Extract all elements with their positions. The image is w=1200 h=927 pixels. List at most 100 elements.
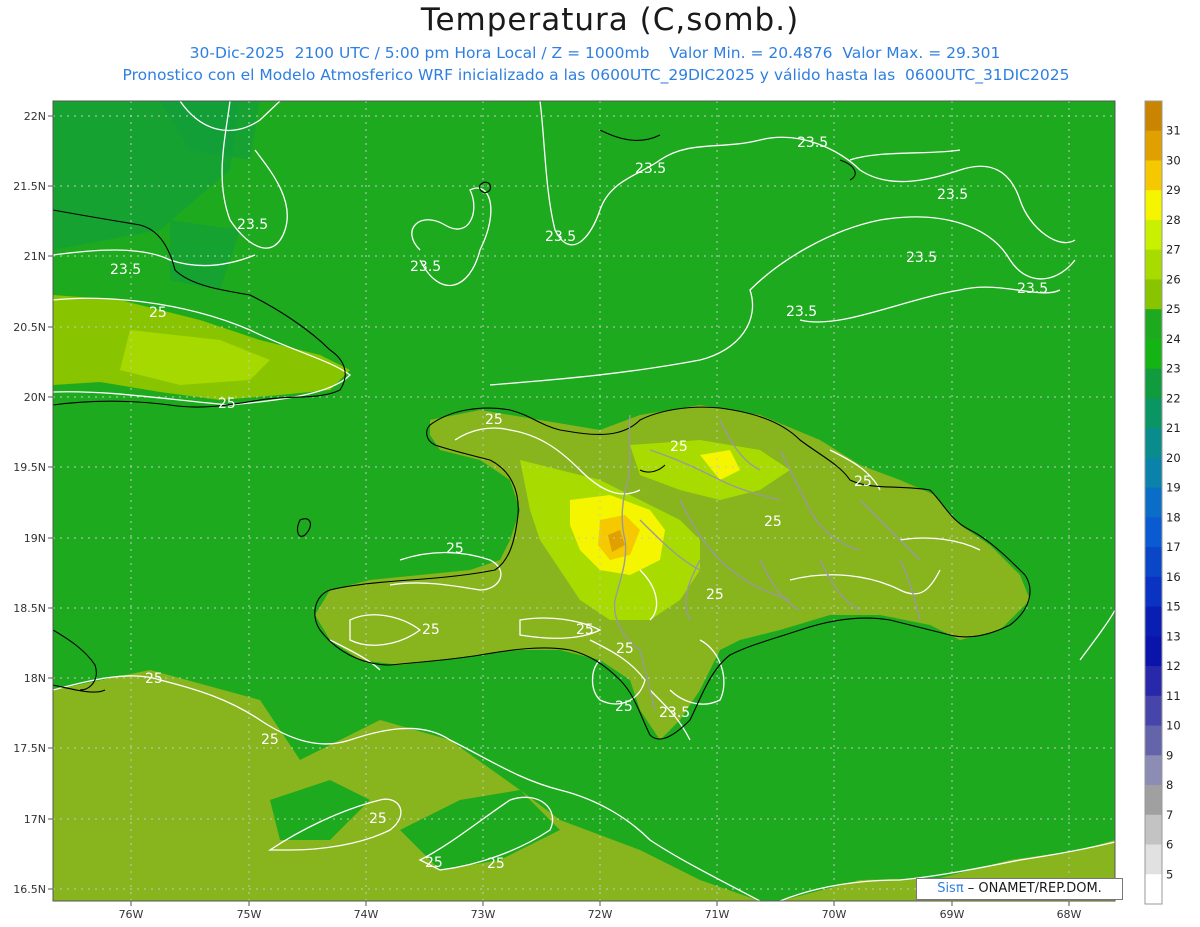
- svg-text:23.5: 23.5: [410, 259, 441, 275]
- svg-text:25: 25: [446, 541, 464, 557]
- colorbar-label: 11: [1166, 689, 1181, 703]
- colorbar-swatch: [1145, 487, 1162, 518]
- colorbar-swatch: [1145, 517, 1162, 548]
- svg-text:76W: 76W: [119, 908, 144, 921]
- colorbar-swatch: [1145, 636, 1162, 667]
- svg-text:75W: 75W: [237, 908, 262, 921]
- svg-text:19N: 19N: [24, 532, 46, 545]
- colorbar-swatch: [1145, 695, 1162, 727]
- svg-text:69W: 69W: [940, 908, 965, 921]
- colorbar-label: 9: [1166, 748, 1173, 762]
- colorbar-label: 13: [1166, 629, 1181, 643]
- svg-text:71W: 71W: [705, 908, 730, 921]
- colorbar-label: 25: [1166, 302, 1181, 316]
- temperature-field: [53, 101, 1115, 901]
- svg-text:23.5: 23.5: [937, 187, 968, 203]
- svg-text:70W: 70W: [822, 908, 847, 921]
- svg-text:74W: 74W: [354, 908, 379, 921]
- svg-text:25: 25: [218, 396, 236, 412]
- colorbar-label: 30: [1166, 153, 1181, 167]
- colorbar-label: 26: [1166, 272, 1181, 286]
- colorbar-label: 10: [1166, 719, 1181, 733]
- colorbar-swatch: [1145, 457, 1162, 489]
- colorbar-swatch: [1145, 576, 1162, 608]
- colorbar-label: 15: [1166, 600, 1181, 614]
- colorbar-swatch: [1145, 101, 1162, 132]
- svg-text:16.5N: 16.5N: [13, 883, 46, 896]
- longitude-labels: 76W 75W 74W 73W 72W 71W 70W 69W 68W: [119, 908, 1082, 921]
- svg-text:23.5: 23.5: [110, 262, 141, 278]
- colorbar-label: 28: [1166, 213, 1181, 227]
- svg-text:25: 25: [670, 439, 688, 455]
- credit-text: – ONAMET/REP.DOM.: [963, 881, 1102, 896]
- colorbar-label: 5: [1166, 867, 1173, 881]
- svg-text:23.5: 23.5: [635, 161, 666, 177]
- svg-text:25: 25: [615, 699, 633, 715]
- svg-text:23.5: 23.5: [545, 229, 576, 245]
- svg-text:68W: 68W: [1057, 908, 1082, 921]
- svg-text:23.5: 23.5: [797, 135, 828, 151]
- credit-box: Sisπ – ONAMET/REP.DOM.: [916, 878, 1123, 900]
- svg-text:25: 25: [485, 412, 503, 428]
- colorbar-swatch: [1145, 368, 1162, 399]
- colorbar-swatch: [1145, 130, 1162, 161]
- svg-text:17.5N: 17.5N: [13, 742, 46, 755]
- svg-text:19.5N: 19.5N: [13, 461, 46, 474]
- colorbar-swatch: [1145, 606, 1162, 637]
- colorbar-label: 27: [1166, 243, 1181, 257]
- svg-text:23.5: 23.5: [786, 304, 817, 320]
- latitude-axis: [48, 115, 53, 890]
- colorbar-swatch: [1145, 338, 1162, 370]
- colorbar-label: 16: [1166, 570, 1181, 584]
- svg-text:21.5N: 21.5N: [13, 180, 46, 193]
- colorbar-label: 12: [1166, 659, 1181, 673]
- colorbar: 31 30 29 28 27 26 25 24 23 22 21 20 19 18 17 16 15 13 12 11…: [1144, 100, 1181, 905]
- sispi-logo-text: Sisπ: [937, 881, 964, 896]
- colorbar-swatch: [1145, 785, 1162, 816]
- svg-text:25: 25: [422, 622, 440, 638]
- colorbar-swatch: [1145, 249, 1162, 280]
- colorbar-label: 18: [1166, 510, 1181, 524]
- colorbar-label: 31: [1166, 124, 1181, 138]
- svg-text:25: 25: [149, 305, 167, 321]
- colorbar-label: 22: [1166, 391, 1181, 405]
- svg-text:73W: 73W: [471, 908, 496, 921]
- colorbar-label: 17: [1166, 540, 1181, 554]
- svg-text:25: 25: [706, 587, 724, 603]
- map-figure: 23.5 23.5 23.5 23.5 23.5 23.5 23.5 23.5 …: [13, 100, 1181, 921]
- colorbar-swatch: [1145, 755, 1162, 786]
- svg-text:20N: 20N: [24, 391, 46, 404]
- colorbar-swatch: [1145, 279, 1162, 310]
- svg-text:23.5: 23.5: [237, 217, 268, 233]
- colorbar-swatch: [1145, 160, 1162, 191]
- colorbar-swatch: [1145, 190, 1162, 221]
- colorbar-swatch: [1145, 725, 1162, 756]
- colorbar-swatch: [1145, 814, 1162, 846]
- svg-text:25: 25: [487, 856, 505, 872]
- svg-text:25: 25: [369, 811, 387, 827]
- colorbar-swatch: [1145, 547, 1162, 578]
- svg-text:20.5N: 20.5N: [13, 321, 46, 334]
- colorbar-label: 19: [1166, 481, 1181, 495]
- svg-text:25: 25: [576, 622, 594, 638]
- colorbar-swatch: [1145, 666, 1162, 697]
- colorbar-swatch: [1145, 309, 1162, 340]
- svg-text:17N: 17N: [24, 813, 46, 826]
- svg-text:21N: 21N: [24, 250, 46, 263]
- longitude-axis: [130, 901, 1070, 906]
- svg-text:25: 25: [616, 641, 634, 657]
- svg-text:18.5N: 18.5N: [13, 602, 46, 615]
- svg-text:25: 25: [261, 732, 279, 748]
- colorbar-label: 6: [1166, 838, 1173, 852]
- colorbar-swatch: [1145, 844, 1162, 875]
- svg-text:23.5: 23.5: [659, 705, 690, 721]
- colorbar-swatch: [1145, 874, 1162, 904]
- colorbar-swatch: [1145, 219, 1162, 251]
- svg-text:25: 25: [854, 474, 872, 490]
- svg-text:23.5: 23.5: [1017, 281, 1048, 297]
- colorbar-label: 8: [1166, 778, 1173, 792]
- latitude-labels: 22N 21.5N 21N 20.5N 20N 19.5N 19N 18.5N …: [13, 110, 46, 896]
- colorbar-label: 21: [1166, 421, 1181, 435]
- colorbar-swatch: [1145, 398, 1162, 429]
- colorbar-label: 29: [1166, 183, 1181, 197]
